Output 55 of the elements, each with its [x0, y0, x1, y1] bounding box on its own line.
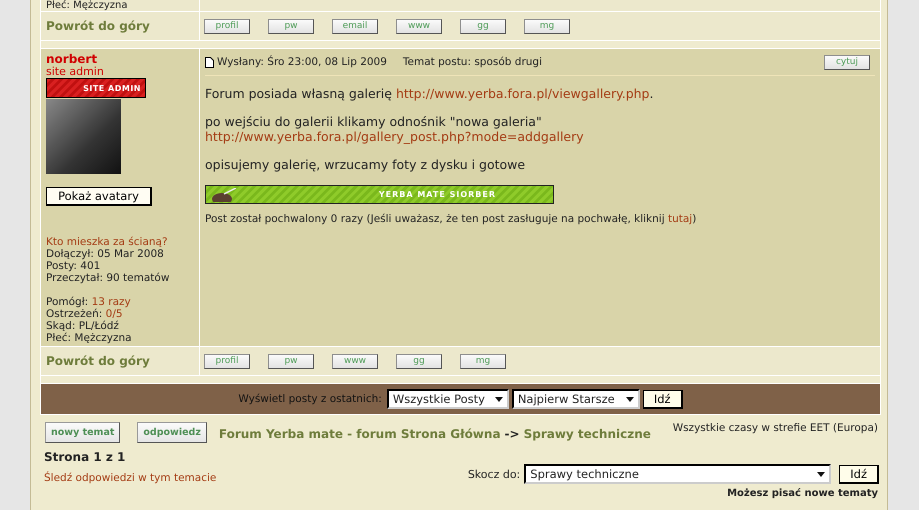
small-button[interactable]: gg: [396, 354, 442, 368]
show-avatars-button[interactable]: Pokaż avatary: [46, 187, 152, 206]
action-button[interactable]: nowy temat: [45, 422, 120, 443]
go-button[interactable]: Idź: [642, 390, 683, 408]
profile-detail: Skąd: PL/Łódź: [46, 320, 120, 332]
action-button[interactable]: odpowiedz: [137, 422, 207, 443]
signature-banner: YERBA MATE SIORBER: [205, 185, 554, 204]
dropdown-caret-icon: [626, 396, 634, 402]
small-button[interactable]: pw: [268, 354, 314, 368]
praise-link[interactable]: tutaj: [668, 213, 692, 225]
back-to-top-link[interactable]: Powrót do góry: [41, 347, 199, 375]
display-label: Wyświetl posty z ostatnich:: [238, 393, 382, 405]
profile-detail: Ostrzeżeń: 0/5: [46, 308, 124, 320]
small-button[interactable]: profil: [204, 354, 250, 368]
profile-detail: Pomógł: 13 razy: [46, 296, 132, 308]
breadcrumb-link[interactable]: Sprawy techniczne: [524, 427, 651, 441]
profile-detail: Płeć: Mężczyzna: [46, 332, 133, 344]
small-button[interactable]: pw: [268, 18, 314, 34]
small-button[interactable]: gg: [460, 18, 506, 34]
quote-button[interactable]: cytuj: [824, 54, 870, 70]
user-rank: site admin: [46, 66, 105, 78]
timezone-note: Wszystkie czasy w strefie EET (Europa): [672, 422, 878, 434]
small-button[interactable]: mg: [460, 354, 506, 368]
post-date: Wysłany: Śro 23:00, 08 Lip 2009: [217, 56, 387, 68]
small-button[interactable]: www: [332, 354, 378, 368]
profile-detail: Dołączył: 05 Mar 2008: [46, 248, 165, 260]
praise-text: Post został pochwalony 0 razy (Jeśli uważasz, że ten post zasługuje na pochwałę, kliknij tutaj): [205, 213, 698, 225]
username[interactable]: norbert: [46, 52, 194, 66]
page-indicator: Strona 1 z 1: [44, 450, 126, 464]
go-button[interactable]: Idź: [839, 464, 879, 484]
dropdown-caret-icon: [494, 396, 503, 402]
watch-topic-link[interactable]: Śledź odpowiedzi w tym temacie: [44, 472, 216, 484]
dropdown-caret-icon: [817, 472, 826, 476]
small-button[interactable]: www: [396, 18, 442, 34]
post-paragraph: po wejściu do galerii klikamy odnośnik "nowa galeria" http://www.yerba.fora.pl/gallery_post.php?mode=addgallery: [205, 114, 585, 144]
document-icon: [205, 56, 214, 68]
permissions-note: Możesz pisać nowe tematy: [726, 488, 878, 499]
small-button[interactable]: profil: [204, 18, 250, 34]
rank-badge: SITE ADMIN: [46, 78, 146, 98]
profile-link[interactable]: Kto mieszka za ścianą?: [46, 236, 194, 248]
breadcrumb-separator: ->: [504, 427, 520, 441]
forum-select[interactable]: Sprawy techniczne: [524, 464, 832, 484]
post-paragraph: opisujemy galerię, wrzucamy foty z dysku i gotowe: [205, 157, 526, 172]
breadcrumb-link[interactable]: Forum Yerba mate - forum Strona Główna: [218, 427, 501, 441]
range-select[interactable]: Wszystkie Posty: [386, 389, 509, 409]
post-paragraph: Forum posiada własną galerię http://www.yerba.fora.pl/viewgallery.php.: [205, 86, 654, 101]
jump-label: Skocz do:: [468, 468, 520, 480]
profile-detail: Posty: 401: [46, 260, 102, 272]
profile-detail: Płeć: Mężczyzna: [46, 0, 128, 11]
small-button[interactable]: mg: [524, 18, 570, 34]
back-to-top-link[interactable]: Powrót do góry: [41, 12, 199, 40]
profile-detail: Przeczytał: 90 tematów: [46, 272, 170, 284]
small-button[interactable]: email: [332, 18, 378, 34]
order-select[interactable]: Najpierw Starsze: [512, 389, 640, 409]
post-subject: Temat postu: sposób drugi: [402, 56, 542, 68]
